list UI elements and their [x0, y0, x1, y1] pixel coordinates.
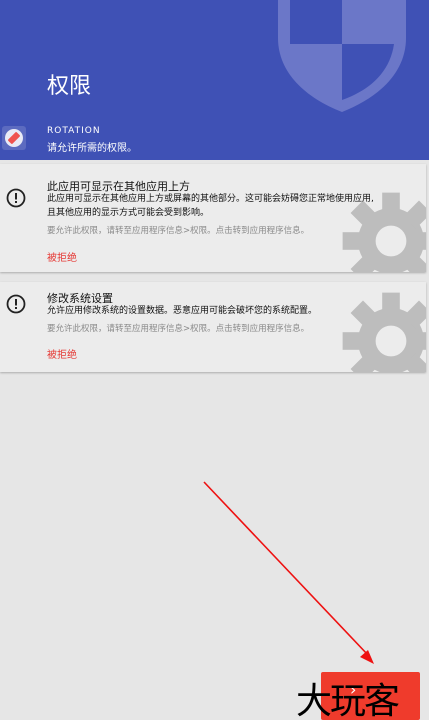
permission-description-line: 且其他应用的显示方式可能会受到影响。: [47, 208, 210, 218]
alert-circle-icon: [6, 188, 26, 208]
permission-status: 被拒绝: [47, 350, 77, 361]
shield-icon: [278, 0, 406, 112]
app-name: ROTATION: [47, 126, 101, 136]
header: 权限 ROTATION 请允许所需的权限。: [0, 0, 429, 160]
permission-status: 被拒绝: [47, 253, 77, 264]
permission-hint: 要允许此权限，请转至应用程序信息>权限。点击转到应用程序信息。: [47, 226, 310, 236]
page-title: 权限: [47, 74, 92, 99]
permission-description-line: 此应用可显示在其他应用上方或屏幕的其他部分。这可能会妨碍您正常地使用应用,: [47, 194, 374, 204]
permission-description: 允许应用修改系统的设置数据。恶意应用可能会破坏您的系统配置。: [47, 306, 318, 316]
app-icon: [2, 126, 26, 150]
alert-circle-icon: [6, 294, 26, 314]
watermark: 大玩客: [296, 681, 400, 720]
permission-card-overlay[interactable]: 此应用可显示在其他应用上方 此应用可显示在其他应用上方或屏幕的其他部分。这可能会…: [0, 164, 426, 272]
permission-description: 此应用可显示在其他应用上方或屏幕的其他部分。这可能会妨碍您正常地使用应用, 且其…: [47, 192, 412, 220]
permission-hint: 要允许此权限，请转至应用程序信息>权限。点击转到应用程序信息。: [47, 324, 310, 334]
permission-card-write-settings[interactable]: 修改系统设置 允许应用修改系统的设置数据。恶意应用可能会破坏您的系统配置。 要允…: [0, 282, 426, 372]
header-subtitle: 请允许所需的权限。: [47, 143, 137, 154]
gear-icon: [342, 292, 426, 372]
